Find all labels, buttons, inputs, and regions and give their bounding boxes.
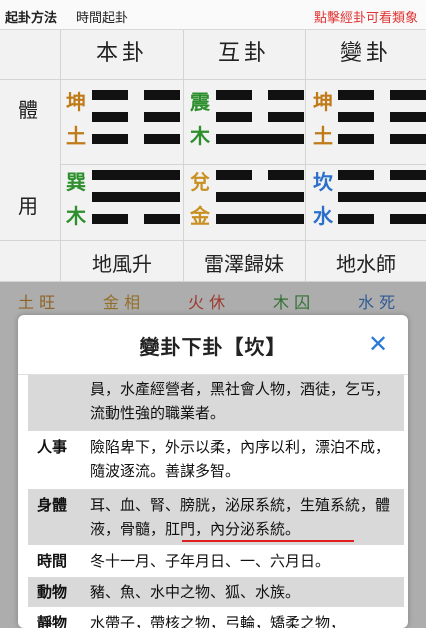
header-bian-gua: 變卦 <box>339 41 392 66</box>
top-bar: 起卦方法 時間起卦 點擊經卦可看類象 <box>0 0 426 30</box>
lower-trigram-lines[interactable] <box>338 168 426 228</box>
hexagram-grid: 本卦 互卦 變卦 體 用 坤 土 巽 木 地風升 震 木 兌 金 雷澤歸妹 坤 … <box>0 30 426 282</box>
modal-header: 變卦下卦【坎】 ✕ <box>18 315 408 375</box>
divider <box>0 79 426 80</box>
hint-text: 點擊經卦可看類象 <box>313 11 418 26</box>
close-icon[interactable]: ✕ <box>364 329 392 359</box>
method-value: 時間起卦 <box>76 11 129 26</box>
yin-line <box>338 90 426 100</box>
row-text: 水帶子，帶核之物，弓輪，矯柔之物， <box>90 614 346 628</box>
trigram-detail-modal: 變卦下卦【坎】 ✕ 員，水產經營者，黑社會人物，酒徒，乞丐，流動性強的職業者。 … <box>18 315 408 628</box>
upper-trigram-lines[interactable] <box>338 88 426 148</box>
yin-line <box>338 112 426 122</box>
header-ben-gua: 本卦 <box>95 41 148 66</box>
list-item: 時間 冬十一月、子年月日、一、六月日。 <box>28 546 404 576</box>
trigram-element: 木 <box>190 124 210 148</box>
trigram-element: 土 <box>66 124 86 148</box>
hexagram-name: 地風升 <box>92 252 152 276</box>
row-text: 員，水產經營者，黑社會人物，酒徒，乞丐，流動性強的職業者。 <box>90 380 391 422</box>
row-label-ti: 體 <box>18 98 38 122</box>
trigram-name[interactable]: 兌 <box>190 168 210 196</box>
list-item: 身體 耳、血、腎、膀胱，泌尿系統，生殖系統，體液，骨髓，肛門，內分泌系統。 <box>28 489 404 545</box>
row-text: 耳、血、腎、膀胱，泌尿系統，生殖系統，體液，骨髓，肛門，內分泌系統。 <box>90 496 391 538</box>
trigram-element: 土 <box>313 124 333 148</box>
trigram-name[interactable]: 坤 <box>66 88 86 116</box>
method-label: 起卦方法 <box>5 11 58 26</box>
trigram-element: 水 <box>313 204 333 228</box>
trigram-name[interactable]: 坤 <box>313 88 333 116</box>
divider <box>60 30 61 282</box>
row-label: 動物 <box>37 583 68 601</box>
row-label: 人事 <box>37 438 68 456</box>
yang-line <box>216 214 304 224</box>
modal-body[interactable]: 員，水產經營者，黑社會人物，酒徒，乞丐，流動性強的職業者。 人事 險陷卑下，外示… <box>18 375 408 628</box>
hexagram-name: 雷澤歸妹 <box>204 252 284 276</box>
yin-line <box>338 134 426 144</box>
divider <box>0 240 426 241</box>
yin-line <box>216 90 304 100</box>
yin-line <box>338 170 426 180</box>
upper-trigram-lines[interactable] <box>92 88 180 148</box>
trigram-name[interactable]: 震 <box>190 88 210 116</box>
yin-line <box>92 90 180 100</box>
header-hu-gua: 互卦 <box>217 41 270 66</box>
yang-line <box>92 192 180 202</box>
row-text: 豬、魚、水中之物、狐、水族。 <box>90 583 301 601</box>
yang-line <box>216 192 304 202</box>
yin-line <box>92 134 180 144</box>
yin-line <box>216 170 304 180</box>
hexagram-name: 地水師 <box>336 252 396 276</box>
list-item: 人事 險陷卑下，外示以柔，內序以利，漂泊不成，隨波逐流。善謀多智。 <box>28 433 404 489</box>
yin-line <box>92 214 180 224</box>
yang-line <box>338 192 426 202</box>
trigram-element: 金 <box>190 204 210 228</box>
highlight-underline <box>182 540 354 542</box>
yin-line <box>216 112 304 122</box>
yin-line <box>92 112 180 122</box>
yang-line <box>92 170 180 180</box>
lower-trigram-lines[interactable] <box>92 168 180 228</box>
yang-line <box>216 134 304 144</box>
list-item: 動物 豬、魚、水中之物、狐、水族。 <box>28 577 404 607</box>
row-label: 時間 <box>37 552 68 570</box>
divider <box>60 164 426 165</box>
row-text: 冬十一月、子年月日、一、六月日。 <box>90 552 331 570</box>
row-label-yong: 用 <box>18 194 38 218</box>
row-text: 險陷卑下，外示以柔，內序以利，漂泊不成，隨波逐流。善謀多智。 <box>90 438 391 480</box>
list-item: 員，水產經營者，黑社會人物，酒徒，乞丐，流動性強的職業者。 <box>28 375 404 431</box>
yin-line <box>338 214 426 224</box>
lower-trigram-lines[interactable] <box>216 168 304 228</box>
row-label: 身體 <box>37 496 68 514</box>
trigram-name[interactable]: 坎 <box>313 168 333 196</box>
upper-trigram-lines[interactable] <box>216 88 304 148</box>
trigram-name[interactable]: 巽 <box>66 168 86 196</box>
trigram-element: 木 <box>66 204 86 228</box>
row-label: 靜物 <box>37 614 68 628</box>
modal-title: 變卦下卦【坎】 <box>139 335 287 359</box>
list-item: 靜物 水帶子，帶核之物，弓輪，矯柔之物， <box>28 609 404 628</box>
